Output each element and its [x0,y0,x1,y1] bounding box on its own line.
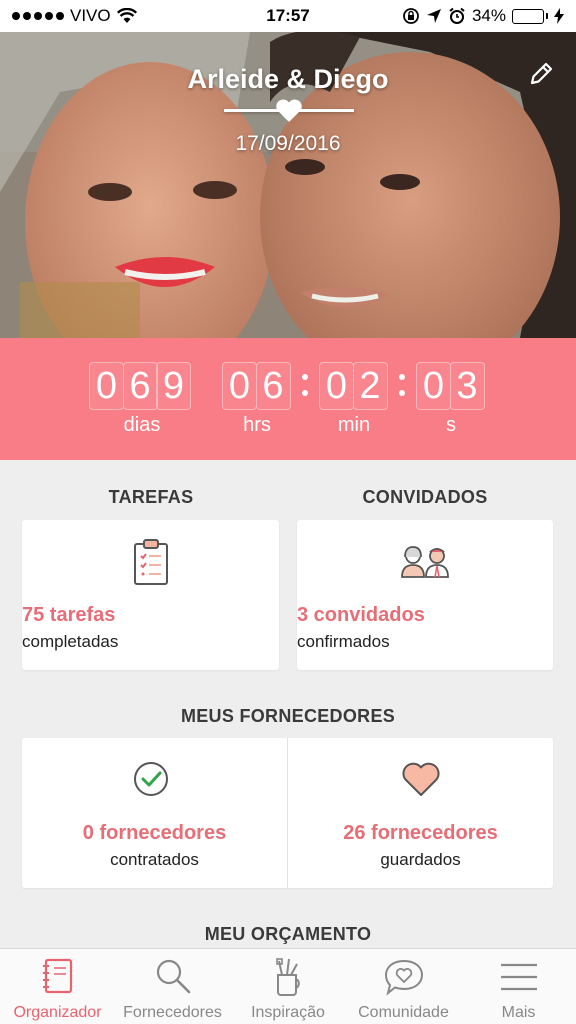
guests-couple-icon [401,546,449,578]
countdown-digit: 0 [222,362,257,410]
guests-card[interactable]: 3 convidados confirmados [297,520,553,670]
brushes-cup-icon [276,958,300,996]
vendors-title: MEUS FORNECEDORES [180,706,396,726]
countdown-digit: 6 [122,362,158,410]
tab-comunidade[interactable]: Comunidade [346,949,461,1024]
countdown-digit: 0 [416,362,451,410]
seconds-label: s [446,414,456,436]
tasks-value: 75 tarefas [22,604,116,626]
tab-organizador[interactable]: Organizador [0,949,115,1024]
tab-label: Inspiração [251,1004,325,1021]
vendors-hired-sub: contratados [110,850,199,869]
tab-inspiracao[interactable]: Inspiração [230,949,346,1024]
time-separator [302,374,308,400]
guests-value: 3 convidados [297,604,425,626]
countdown-digit: 0 [89,362,124,410]
wifi-icon [116,8,137,23]
minutes-counter: 0 2 [319,362,388,410]
alarm-icon [449,7,465,24]
status-left: VIVO [12,6,137,26]
minutes-label: min [337,414,371,436]
charging-bolt-icon [554,8,564,24]
vendors-hired-cell[interactable]: 0 fornecedores contratados [22,738,287,888]
vendors-saved-sub: guardados [380,850,461,869]
search-icon [156,959,191,994]
menu-icon [501,963,537,991]
tab-label: Mais [501,1004,536,1021]
tab-label: Comunidade [358,1004,449,1021]
heart-icon [276,99,302,122]
tab-label: Fornecedores [123,1004,222,1021]
days-counter: 0 6 9 [89,362,191,410]
hours-counter: 0 6 [222,362,291,410]
countdown-digit: 0 [319,362,354,410]
couple-names: Arleide & Diego [187,64,389,94]
rotation-lock-icon [403,8,419,24]
tab-mais[interactable]: Mais [461,949,576,1024]
couple-hero: Arleide & Diego 17/09/2016 [0,32,576,338]
signal-icon [12,12,64,20]
seconds-counter: 0 3 [416,362,485,410]
guests-title: CONVIDADOS [362,487,488,507]
location-arrow-icon [426,9,441,23]
battery-percent: 34% [471,6,506,25]
vendors-saved-cell[interactable]: 26 fornecedores guardados [288,738,553,888]
chat-heart-icon [384,959,424,996]
vendors-card: 0 fornecedores contratados 26 fornecedor… [22,738,553,888]
heart-saved-icon [402,762,440,796]
guests-sub: confirmados [297,632,390,651]
notebook-icon [43,958,73,994]
countdown-digit: 3 [449,362,485,410]
status-right: 34% [402,6,564,26]
battery-icon [512,8,548,24]
tasks-title: TAREFAS [108,487,194,507]
carrier-name: VIVO [70,6,111,25]
countdown-digit: 2 [352,362,388,410]
countdown-banner: 0 6 9 0 6 0 2 0 3 dias hrs min s [0,338,576,460]
tasks-sub: completadas [22,632,119,651]
days-label: dias [123,414,161,436]
budget-title: MEU ORÇAMENTO [204,924,372,944]
time-separator [399,374,405,400]
clipboard-checklist-icon [134,539,168,585]
pencil-edit-icon[interactable] [527,60,555,88]
bottom-tab-bar: Organizador Fornecedores Inspiração Comu… [0,948,576,1024]
tasks-card[interactable]: 75 tarefas completadas [22,520,279,670]
hours-label: hrs [243,414,271,436]
vendors-hired-value: 0 fornecedores [82,822,227,844]
check-circle-icon [134,762,168,796]
status-bar: VIVO 17:57 34% [0,0,576,32]
wedding-date: 17/09/2016 [235,132,341,155]
vendors-saved-value: 26 fornecedores [343,822,498,844]
countdown-digit: 6 [255,362,291,410]
countdown-digit: 9 [156,362,191,410]
tab-label: Organizador [13,1004,102,1021]
tab-fornecedores[interactable]: Fornecedores [115,949,230,1024]
